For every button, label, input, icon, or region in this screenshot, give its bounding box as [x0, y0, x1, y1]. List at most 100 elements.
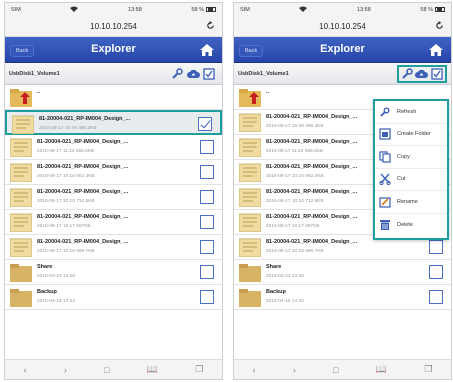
tabs-icon[interactable]: ❐ [424, 364, 432, 375]
path-bar: UsbDisk1_Volume1 [234, 63, 451, 85]
toolbar [168, 65, 218, 83]
upload-icon[interactable] [415, 68, 429, 81]
reload-icon[interactable] [206, 21, 215, 32]
tools-context-menu: Refresh Create Folder Copy Cut Rename De… [373, 99, 449, 240]
address-bar[interactable]: 10.10.10.254 [5, 17, 222, 37]
file-checkbox[interactable] [200, 190, 214, 204]
document-icon [238, 238, 262, 258]
rename-icon [379, 196, 391, 208]
document-icon [9, 188, 33, 208]
menu-label: Cut [397, 176, 406, 183]
file-row[interactable]: 81-20004-021_RP-IM004_Design_... 2016-08… [5, 235, 222, 260]
bookmarks-icon[interactable]: 📖 [376, 364, 387, 375]
address-bar[interactable]: 10.10.10.254 [234, 17, 451, 37]
url-text[interactable]: 10.10.10.254 [234, 22, 451, 31]
file-name: 81-20004-021_RP-IM004_Design_... [37, 164, 129, 170]
home-icon[interactable] [429, 43, 443, 56]
browser-back-icon[interactable]: ‹ [253, 365, 256, 375]
menu-label: Rename [397, 198, 418, 205]
folder-meta: 2016-03-23 13:58 [37, 274, 75, 279]
file-meta: 2016-08-17 11:24 665.6KB [37, 149, 95, 154]
folder-row[interactable]: Backup 2016-04-16 14:33 [234, 285, 451, 310]
select-checkbox-icon[interactable] [203, 68, 216, 81]
wifi-icon [70, 6, 79, 14]
folder-checkbox[interactable] [200, 290, 214, 304]
menu-item-cut[interactable]: Cut [375, 169, 447, 191]
document-icon [238, 138, 262, 158]
browser-toolbar: ‹ › □ 📖 ❐ [234, 359, 451, 379]
parent-folder-row[interactable]: .. [5, 85, 222, 110]
file-checkbox[interactable] [200, 240, 214, 254]
home-icon[interactable] [200, 43, 214, 56]
bookmarks-icon[interactable]: 📖 [147, 364, 158, 375]
folder-checkbox[interactable] [429, 290, 443, 304]
folder-row[interactable]: Share 2016-03-23 13:58 [234, 260, 451, 285]
clock-label: 13:58 [357, 7, 371, 13]
file-row[interactable]: 81-20004-021_RP-IM004_Design_... 2016-08… [5, 135, 222, 160]
copy-icon [379, 151, 391, 163]
file-checkbox[interactable] [429, 240, 443, 254]
browser-back-icon[interactable]: ‹ [24, 365, 27, 375]
menu-item-delete[interactable]: Delete [375, 214, 447, 237]
menu-label: Delete [397, 221, 413, 228]
current-path: UsbDisk1_Volume1 [9, 71, 60, 77]
file-row[interactable]: 81-20004-021_RP-IM004_Design_... 2016-08… [5, 160, 222, 185]
file-checkbox[interactable] [198, 117, 212, 131]
wrench-icon[interactable] [400, 68, 413, 81]
folder-icon [239, 263, 261, 282]
url-text[interactable]: 10.10.10.254 [5, 22, 222, 31]
tabs-icon[interactable]: ❐ [195, 364, 203, 375]
menu-item-copy[interactable]: Copy [375, 146, 447, 169]
share-icon[interactable]: □ [104, 365, 109, 375]
battery-indicator: 58 % [420, 7, 445, 13]
reload-icon[interactable] [435, 21, 444, 32]
browser-forward-icon[interactable]: › [64, 365, 67, 375]
menu-item-refresh[interactable]: Refresh [375, 101, 447, 124]
document-icon [11, 115, 35, 135]
file-row[interactable]: 81-20004-021_RP-IM004_Design_... 2016-08… [5, 210, 222, 235]
select-checkbox-icon[interactable] [431, 68, 444, 81]
document-icon [9, 213, 33, 233]
file-meta: 2016-08-17 10:49 486.3KB [266, 124, 324, 129]
folder-row[interactable]: Share 2016-03-23 13:58 [5, 260, 222, 285]
page-title: Explorer [320, 43, 365, 55]
page-title: Explorer [91, 43, 136, 55]
trash-icon [379, 219, 391, 231]
path-bar: UsbDisk1_Volume1 [5, 63, 222, 85]
file-name: 81-20004-021_RP-IM004_Design_... [266, 164, 358, 170]
menu-item-create-folder[interactable]: Create Folder [375, 124, 447, 146]
file-checkbox[interactable] [200, 140, 214, 154]
battery-indicator: 58 % [191, 7, 216, 13]
upload-icon[interactable] [186, 68, 200, 81]
status-bar: SIM 13:58 58 % [234, 3, 451, 17]
battery-label: 58 % [191, 7, 204, 13]
menu-item-rename[interactable]: Rename [375, 191, 447, 214]
browser-toolbar: ‹ › □ 📖 ❐ [5, 359, 222, 379]
file-checkbox[interactable] [200, 215, 214, 229]
phone-screen-right: SIM 13:58 58 % 10.10.10.254 Back Explore… [233, 2, 452, 380]
folder-name: Share [266, 264, 282, 270]
file-checkbox[interactable] [200, 165, 214, 179]
carrier-label: SIM [240, 7, 250, 13]
folder-row[interactable]: Backup 2016-04-16 14:33 [5, 285, 222, 310]
folder-checkbox[interactable] [429, 265, 443, 279]
document-icon [238, 163, 262, 183]
folder-checkbox[interactable] [200, 265, 214, 279]
file-name: .. [37, 89, 41, 95]
parent-folder-icon [10, 88, 32, 107]
menu-label: Copy [397, 153, 410, 160]
file-name: 81-20004-021_RP-IM004_Design_... [37, 139, 129, 145]
folder-name: Backup [266, 289, 286, 295]
document-icon [9, 138, 33, 158]
share-icon[interactable]: □ [333, 365, 338, 375]
file-name: 81-20004-021_RP-IM004_Design_... [266, 214, 358, 220]
navigation-bar: Back Explorer [5, 37, 222, 63]
battery-icon [205, 7, 216, 13]
navigation-bar: Back Explorer [234, 37, 451, 63]
file-row-selected[interactable]: 81-20004-021_RP-IM004_Design_... 2016-08… [5, 110, 222, 135]
folder-name: Backup [37, 289, 57, 295]
browser-forward-icon[interactable]: › [293, 365, 296, 375]
wrench-icon[interactable] [171, 68, 184, 81]
new-folder-icon [379, 128, 391, 140]
file-row[interactable]: 81-20004-021_RP-IM004_Design_... 2016-08… [5, 185, 222, 210]
